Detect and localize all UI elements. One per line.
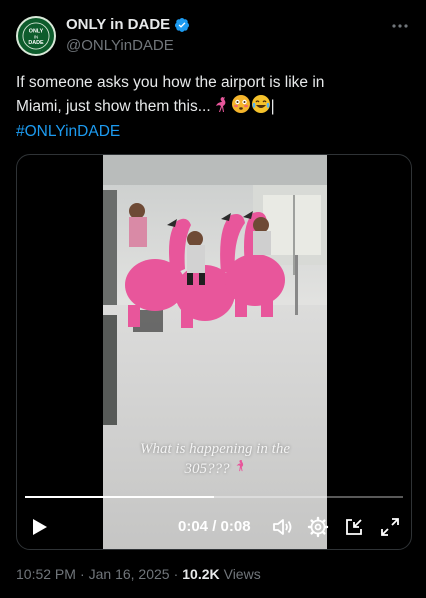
current-time: 0:04 bbox=[178, 518, 209, 535]
play-icon bbox=[33, 519, 47, 535]
duration: 0:08 bbox=[220, 518, 251, 535]
time-display: 0:04 / 0:08 bbox=[178, 518, 251, 535]
tweet-header: ONLY IN DADE ONLY in DADE @ONLYinDADE bbox=[16, 14, 410, 58]
video-progress-bar[interactable] bbox=[25, 496, 403, 498]
name-row: ONLY in DADE bbox=[66, 16, 190, 33]
video-frame[interactable] bbox=[103, 155, 327, 549]
hashtag-link[interactable]: #ONLYinDADE bbox=[16, 123, 120, 140]
caption-line2: 305??? bbox=[184, 461, 230, 477]
gear-icon bbox=[307, 516, 329, 538]
play-button[interactable] bbox=[29, 517, 49, 537]
tweet-text-tail: | bbox=[270, 98, 275, 115]
expand-icon bbox=[381, 518, 399, 536]
video-caption: What is happening in the 305??? bbox=[103, 439, 327, 479]
meta-dot: · bbox=[79, 566, 85, 582]
views-label: Views bbox=[223, 566, 261, 582]
time-separator: / bbox=[212, 518, 217, 535]
video-controls: 0:04 / 0:08 bbox=[17, 510, 411, 542]
views-count[interactable]: 10.2K bbox=[182, 566, 219, 582]
verified-badge-icon[interactable] bbox=[174, 17, 190, 33]
tweet-time[interactable]: 10:52 PM bbox=[16, 566, 76, 582]
tweet-text-line2: Miami, just show them this... bbox=[16, 98, 211, 115]
avatar-text-bottom: DADE bbox=[28, 40, 44, 46]
caption-line2-wrap: 305??? bbox=[185, 459, 246, 479]
caption-line1: What is happening in the bbox=[140, 441, 290, 457]
tweet-meta: 10:52 PM · Jan 16, 2025 · 10.2K Views bbox=[16, 566, 261, 582]
handle[interactable]: @ONLYinDADE bbox=[66, 37, 174, 54]
tweet-text-line1: If someone asks you how the airport is l… bbox=[16, 74, 325, 91]
volume-button[interactable] bbox=[271, 516, 293, 538]
meta-dot: · bbox=[173, 566, 179, 582]
tears-of-joy-icon bbox=[251, 94, 271, 121]
flamingo-icon bbox=[211, 94, 231, 121]
tweet-text: If someone asks you how the airport is l… bbox=[16, 72, 410, 143]
tweet-date[interactable]: Jan 16, 2025 bbox=[89, 566, 170, 582]
display-name[interactable]: ONLY in DADE bbox=[66, 16, 170, 33]
settings-button[interactable] bbox=[307, 516, 329, 538]
caption-flamingo-icon bbox=[234, 459, 246, 479]
picture-in-picture-button[interactable] bbox=[343, 516, 365, 538]
flushed-face-icon bbox=[231, 94, 251, 121]
more-options-icon[interactable] bbox=[390, 16, 410, 36]
video-player[interactable]: What is happening in the 305??? 0:04 / 0… bbox=[16, 154, 412, 550]
avatar[interactable]: ONLY IN DADE bbox=[16, 16, 56, 56]
avatar-text-mid: IN bbox=[34, 34, 39, 39]
video-progress-fill bbox=[25, 496, 214, 498]
picture-in-picture-icon bbox=[346, 519, 362, 535]
fullscreen-button[interactable] bbox=[379, 516, 401, 538]
volume-icon bbox=[273, 519, 292, 535]
